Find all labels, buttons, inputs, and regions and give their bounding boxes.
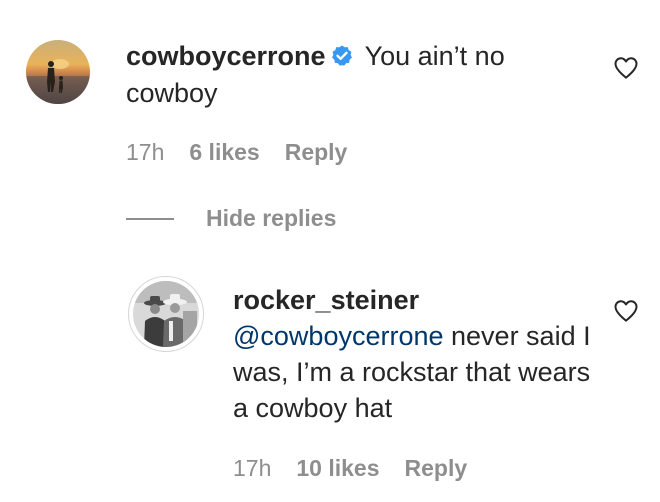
comment-username[interactable]: cowboycerrone — [126, 41, 326, 71]
reply-likes-count[interactable]: 10 likes — [296, 455, 379, 482]
reply-timestamp: 17h — [233, 455, 272, 481]
reply-reply-button[interactable]: Reply — [405, 455, 468, 482]
avatar[interactable] — [26, 40, 90, 104]
hide-replies-divider — [126, 217, 174, 220]
comment-meta: 17h 6 likes Reply — [126, 139, 347, 166]
hide-replies-label: Hide replies — [206, 205, 337, 231]
reply-username[interactable]: rocker_steiner — [233, 282, 593, 318]
comment-body: cowboycerrone You ain’t no cowboy — [126, 38, 596, 112]
reply-meta: 17h 10 likes Reply — [233, 455, 467, 482]
avatar-image-sunset — [26, 40, 90, 104]
comment-likes-count[interactable]: 6 likes — [189, 139, 259, 166]
hide-replies-button[interactable]: Hide replies — [126, 205, 336, 232]
verified-badge-icon — [330, 44, 354, 68]
reply-like-heart-icon[interactable] — [612, 297, 640, 325]
reply-button[interactable]: Reply — [285, 139, 348, 166]
comment-timestamp: 17h — [126, 139, 165, 165]
reply-avatar[interactable] — [128, 276, 204, 352]
like-heart-icon[interactable] — [612, 54, 640, 82]
avatar-image-cowboy-photo — [133, 281, 199, 347]
reply-mention-link[interactable]: @cowboycerrone — [233, 321, 444, 351]
reply-body: rocker_steiner @cowboycerrone never said … — [233, 282, 593, 426]
